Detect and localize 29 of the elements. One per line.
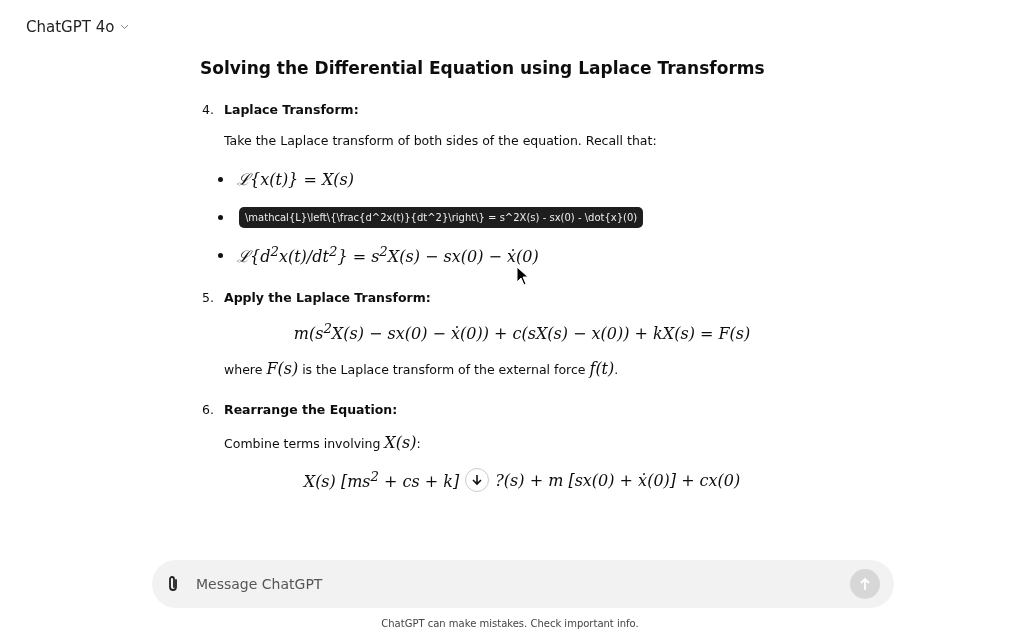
arrow-down-icon — [471, 474, 484, 487]
step-text: Combine terms involving X(s): — [224, 433, 422, 453]
step-number: 6. — [201, 402, 214, 420]
attach-icon[interactable] — [166, 575, 180, 593]
equation: X(s) [ms$^{2}$ + cs + k] — [303, 469, 460, 492]
formula: ℒ{d$^{2}$x(t)/dt$^{2}$} = s$^{2}$X(s) − sx(0) − ẋ(0) — [237, 243, 539, 267]
cursor-icon — [516, 266, 530, 286]
response-title: Solving the Differential Equation using Laplace Transforms — [200, 58, 766, 78]
formula: ℒ{x(t)} = X(s) — [237, 169, 354, 190]
step-text: Take the Laplace transform of both sides of the equation. Recall that: — [224, 133, 658, 148]
step-number: 4. — [201, 102, 214, 119]
model-selector[interactable]: ChatGPT 4o — [26, 18, 130, 36]
message-input[interactable]: Message ChatGPT — [194, 575, 836, 593]
equation: m(s$^{2}$X(s) − sx(0) − ẋ(0)) + c(sX(s) − x(0)) + kX(s) = F(s) — [293, 321, 751, 344]
message-field[interactable]: Message ChatGPT — [152, 560, 894, 608]
bullet-icon — [218, 214, 223, 220]
step-heading: Laplace Transform: — [224, 102, 359, 117]
step-heading: Apply the Laplace Transform: — [224, 290, 431, 305]
bullet-icon — [218, 176, 223, 182]
equation: ?(s) + m [sx(0) + ẋ(0)] + cx(0) — [495, 470, 741, 490]
arrow-up-icon — [859, 577, 871, 591]
tooltip: \mathcal{L}\left\{\frac{d^2x(t)}{dt^2}\right\} = s^2X(s) - sx(0) - \dot{x}(0) — [239, 206, 644, 228]
scroll-down-button[interactable] — [465, 468, 490, 493]
step-number: 5. — [201, 290, 214, 307]
step-heading: Rearrange the Equation: — [224, 402, 398, 418]
disclaimer: ChatGPT can make mistakes. Check important info. — [381, 618, 639, 629]
bullet-icon — [218, 252, 223, 258]
step-text: where F(s) is the Laplace transform of the external force f(t). — [224, 359, 620, 379]
chevron-down-icon — [120, 24, 130, 30]
